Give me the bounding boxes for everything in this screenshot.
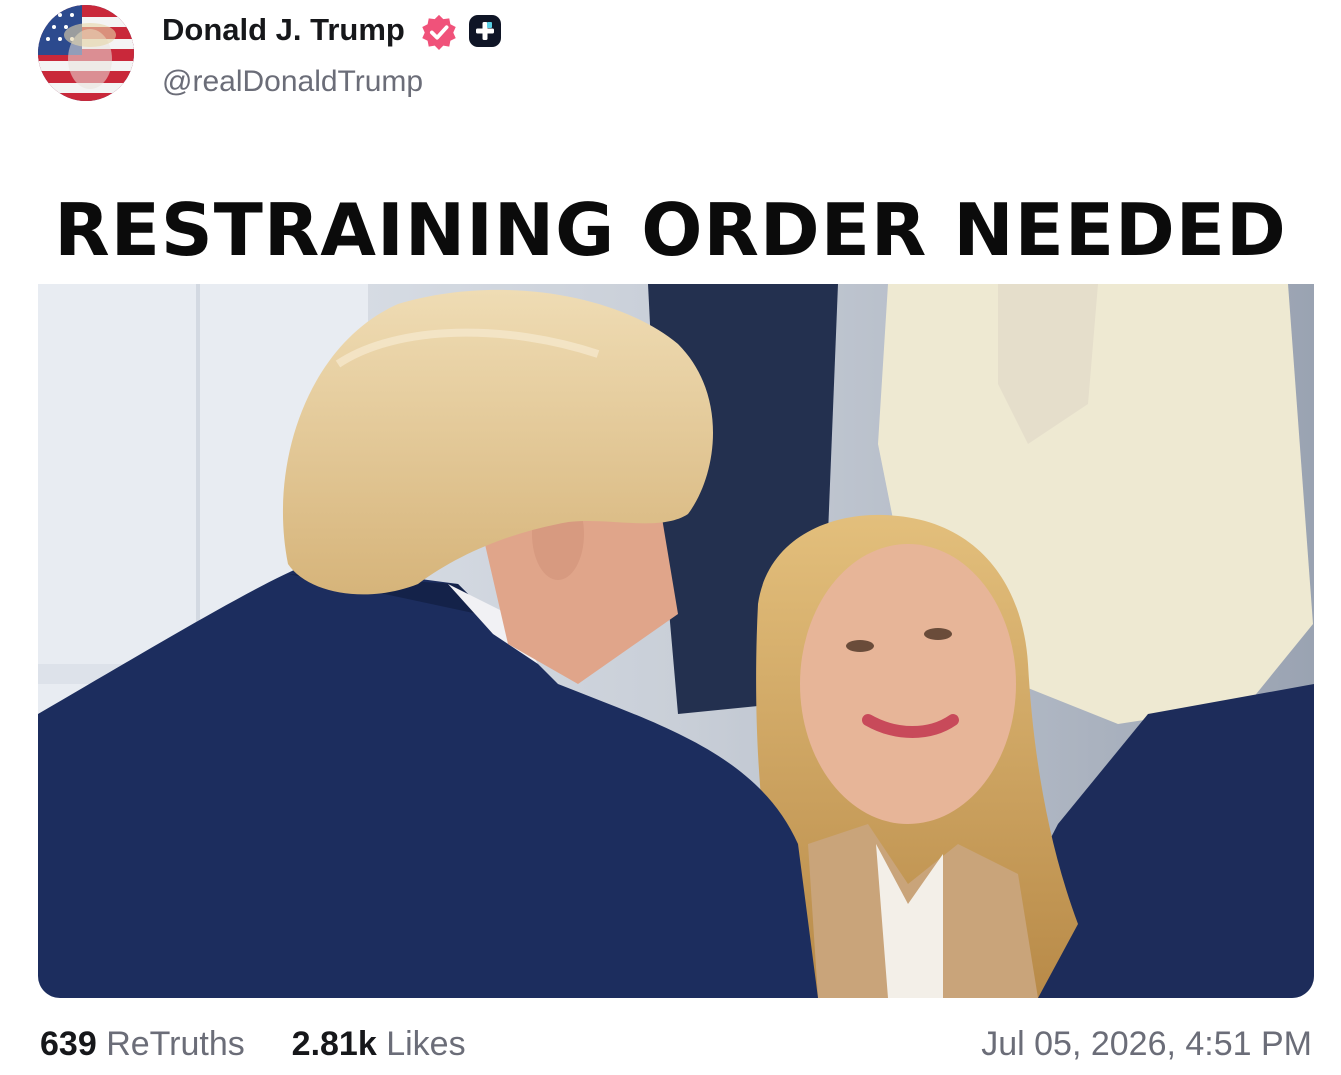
likes-count: 2.81k: [291, 1025, 377, 1063]
verified-badge-icon: [422, 14, 456, 51]
post-stats: 639 ReTruths 2.81k Likes: [40, 1022, 466, 1066]
author-avatar[interactable]: [38, 5, 134, 101]
likes-stat[interactable]: 2.81k Likes: [282, 1025, 466, 1063]
photo-icon: [38, 284, 1314, 998]
avatar-flag-portrait-icon: [38, 5, 134, 101]
post-headline: RESTRAINING ORDER NEEDED: [54, 188, 1287, 272]
retruths-stat[interactable]: 639 ReTruths: [40, 1025, 254, 1063]
likes-label: Likes: [386, 1025, 466, 1063]
retruths-count: 639: [40, 1025, 97, 1063]
truth-post: Donald J. Trump @realDonaldTrump RESTRAI…: [0, 0, 1341, 1075]
author-name[interactable]: Donald J. Trump: [162, 10, 405, 50]
plus-badge-icon: [469, 15, 501, 47]
author-handle[interactable]: @realDonaldTrump: [162, 62, 423, 102]
post-timestamp[interactable]: Jul 05, 2026, 4:51 PM: [981, 1022, 1312, 1066]
retruths-label: ReTruths: [106, 1025, 245, 1063]
post-image[interactable]: [38, 284, 1314, 998]
